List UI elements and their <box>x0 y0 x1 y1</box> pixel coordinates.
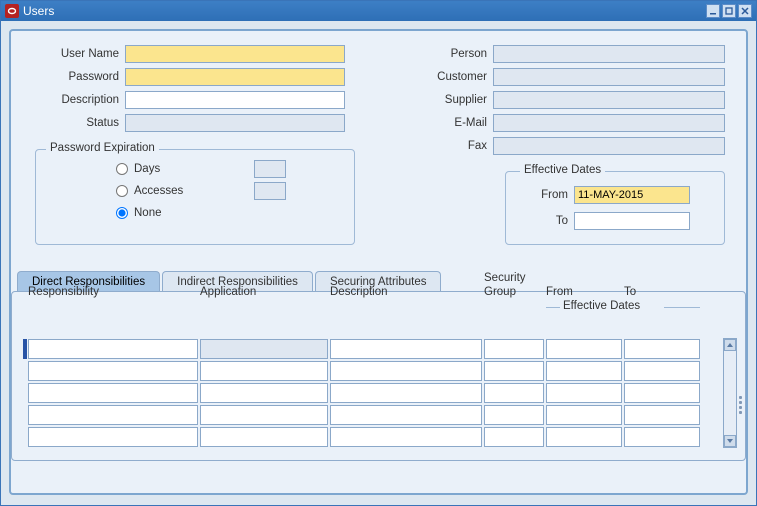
grid-effective-dates-legend: Effective Dates <box>563 300 640 312</box>
grid-cell-security_group[interactable] <box>484 361 544 381</box>
password-exp-none-radio[interactable] <box>116 207 128 219</box>
table-row <box>28 404 719 426</box>
grid-cell-application[interactable] <box>200 361 328 381</box>
fax-field[interactable] <box>493 137 725 155</box>
divider-line <box>664 307 700 308</box>
password-expiration-fieldset: Password Expiration Days Accesses None <box>35 149 355 245</box>
divider-line <box>546 307 560 308</box>
grid-cell-responsibility[interactable] <box>28 405 198 425</box>
password-field[interactable] <box>125 68 345 86</box>
status-label: Status <box>25 117 125 129</box>
password-exp-days-label: Days <box>134 163 214 175</box>
password-exp-days-value[interactable] <box>254 160 286 178</box>
client-area: User Name Password Description Status Pe… <box>9 29 748 495</box>
person-field[interactable] <box>493 45 725 63</box>
vertical-scrollbar[interactable] <box>723 338 737 448</box>
status-field[interactable] <box>125 114 345 132</box>
grid-rows <box>28 338 719 448</box>
grid-cell-security_group[interactable] <box>484 427 544 447</box>
grid-cell-from[interactable] <box>546 405 622 425</box>
col-to-header: To <box>624 286 636 298</box>
grid-cell-description[interactable] <box>330 427 482 447</box>
description-label: Description <box>25 94 125 106</box>
col-security-header-line2: Group <box>484 286 516 298</box>
current-row-indicator <box>23 339 27 359</box>
users-window: Users User Name Password Description Sta… <box>0 0 757 506</box>
password-exp-accesses-radio[interactable] <box>116 185 128 197</box>
email-label: E-Mail <box>411 117 493 129</box>
grid-cell-to[interactable] <box>624 339 700 359</box>
supplier-field[interactable] <box>493 91 725 109</box>
drag-handle-icon[interactable] <box>739 394 743 416</box>
grid-cell-responsibility[interactable] <box>28 361 198 381</box>
grid-cell-application[interactable] <box>200 405 328 425</box>
grid-cell-application[interactable] <box>200 427 328 447</box>
maximize-button[interactable] <box>722 4 736 18</box>
titlebar: Users <box>1 1 756 21</box>
tab-body: Effective Dates Responsibility Applicati… <box>11 291 746 461</box>
fax-label: Fax <box>411 140 493 152</box>
col-description-header: Description <box>330 286 388 298</box>
grid-cell-from[interactable] <box>546 339 622 359</box>
oracle-icon <box>5 4 19 18</box>
password-exp-none-label: None <box>134 207 214 219</box>
grid-cell-responsibility[interactable] <box>28 339 198 359</box>
grid-cell-application[interactable] <box>200 383 328 403</box>
description-field[interactable] <box>125 91 345 109</box>
grid-cell-security_group[interactable] <box>484 383 544 403</box>
user-name-label: User Name <box>25 48 125 60</box>
grid-cell-description[interactable] <box>330 383 482 403</box>
supplier-label: Supplier <box>411 94 493 106</box>
grid-cell-from[interactable] <box>546 361 622 381</box>
effective-dates-legend: Effective Dates <box>520 164 605 176</box>
grid-cell-application[interactable] <box>200 339 328 359</box>
grid-cell-from[interactable] <box>546 383 622 403</box>
customer-label: Customer <box>411 71 493 83</box>
password-expiration-legend: Password Expiration <box>46 142 159 154</box>
grid-cell-description[interactable] <box>330 339 482 359</box>
grid-cell-security_group[interactable] <box>484 405 544 425</box>
effective-from-label: From <box>514 189 574 201</box>
password-label: Password <box>25 71 125 83</box>
effective-dates-fieldset: Effective Dates From To <box>505 171 725 245</box>
table-row <box>28 338 719 360</box>
col-responsibility-header: Responsibility <box>28 286 99 298</box>
password-exp-days-radio[interactable] <box>116 163 128 175</box>
effective-from-field[interactable] <box>574 186 690 204</box>
grid-cell-to[interactable] <box>624 383 700 403</box>
password-exp-accesses-label: Accesses <box>134 185 214 197</box>
grid-cell-from[interactable] <box>546 427 622 447</box>
scroll-down-button[interactable] <box>724 435 736 447</box>
grid-cell-responsibility[interactable] <box>28 383 198 403</box>
table-row <box>28 382 719 404</box>
grid-cell-description[interactable] <box>330 405 482 425</box>
customer-field[interactable] <box>493 68 725 86</box>
minimize-button[interactable] <box>706 4 720 18</box>
close-button[interactable] <box>738 4 752 18</box>
grid-cell-to[interactable] <box>624 361 700 381</box>
scroll-up-button[interactable] <box>724 339 736 351</box>
col-security-header-line1: Security <box>484 272 526 284</box>
responsibilities-tabs: Direct Responsibilities Indirect Respons… <box>11 271 746 461</box>
user-name-field[interactable] <box>125 45 345 63</box>
grid-cell-to[interactable] <box>624 405 700 425</box>
grid-cell-to[interactable] <box>624 427 700 447</box>
effective-to-label: To <box>514 215 574 227</box>
email-field[interactable] <box>493 114 725 132</box>
password-exp-accesses-value[interactable] <box>254 182 286 200</box>
table-row <box>28 360 719 382</box>
effective-to-field[interactable] <box>574 212 690 230</box>
table-row <box>28 426 719 448</box>
person-label: Person <box>411 48 493 60</box>
grid-cell-responsibility[interactable] <box>28 427 198 447</box>
grid-cell-security_group[interactable] <box>484 339 544 359</box>
grid-cell-description[interactable] <box>330 361 482 381</box>
col-application-header: Application <box>200 286 256 298</box>
window-title: Users <box>23 4 54 18</box>
col-from-header: From <box>546 286 573 298</box>
